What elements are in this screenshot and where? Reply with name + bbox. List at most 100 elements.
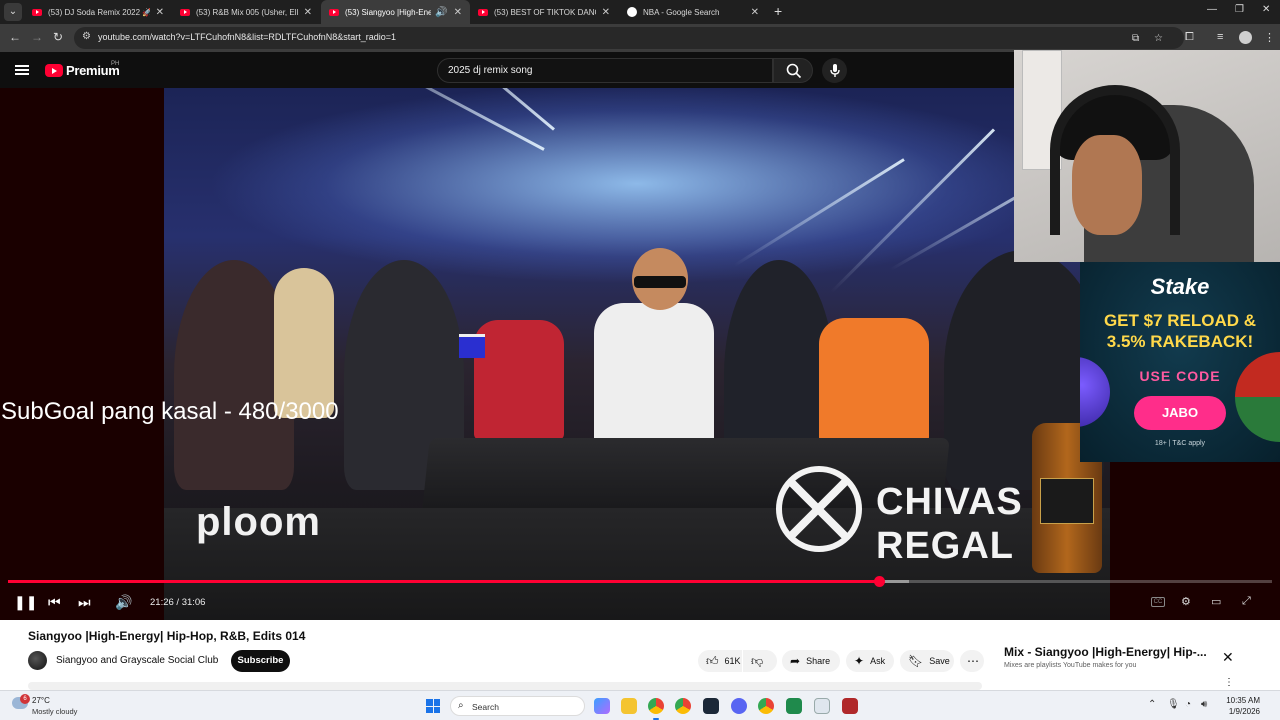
arrow-right-icon[interactable]: → xyxy=(31,30,43,44)
subscribe-button[interactable]: Subscribe xyxy=(231,650,290,672)
new-tab-plus-icon[interactable]: + xyxy=(774,3,782,19)
played-bar xyxy=(8,580,879,583)
media-controls-icon[interactable]: ≡ xyxy=(1217,31,1223,43)
stake-fine-print: 18+ | T&C apply xyxy=(1154,440,1206,447)
save-button[interactable]: 🔖︎ Save xyxy=(900,650,954,672)
country-code: PH xyxy=(111,61,120,67)
volume-icon[interactable]: 🔊 xyxy=(115,594,132,611)
temperature[interactable]: 27°C xyxy=(32,696,50,705)
more-actions-button[interactable]: ⋯ xyxy=(960,650,984,672)
mix-subtitle: Mixes are playlists YouTube makes for yo… xyxy=(1004,662,1137,669)
youtube-favicon-icon xyxy=(329,8,339,16)
video-progress-bar[interactable] xyxy=(8,576,1272,587)
copilot-icon[interactable] xyxy=(594,698,610,714)
browser-tab-strip: ⌄ (53) DJ Soda Remix 2022 🚀 Be ✕ (53) R&… xyxy=(0,0,1280,24)
close-tab-icon[interactable]: ✕ xyxy=(156,7,164,18)
wifi-icon[interactable]: ◔ xyxy=(1185,699,1191,710)
profile-avatar[interactable] xyxy=(1239,31,1252,44)
window-close-icon[interactable]: ✕ xyxy=(1262,4,1270,15)
video-frame[interactable]: ploom CHIVAS REGAL xyxy=(164,88,1110,620)
search-input[interactable]: 2025 dj remix song xyxy=(437,58,773,83)
pause-icon[interactable]: ❚❚ xyxy=(14,594,37,611)
stake-headline: GET $7 RELOAD & 3.5% RAKEBACK! xyxy=(1103,311,1257,351)
close-icon[interactable]: ✕ xyxy=(1222,649,1234,666)
extensions-puzzle-icon[interactable]: ⧠ xyxy=(1185,31,1194,44)
close-tab-icon[interactable]: ✕ xyxy=(751,7,759,18)
google-favicon-icon xyxy=(627,7,637,17)
bookmark-star-icon[interactable]: ☆ xyxy=(1154,33,1163,44)
speaker-icon[interactable]: 🔊︎ xyxy=(1201,699,1207,710)
steam-icon[interactable] xyxy=(703,698,719,714)
mix-playlist-panel[interactable]: Mix - Siangyoo |High-Energy| Hip-... Mix… xyxy=(994,633,1244,685)
previous-icon[interactable]: ⏮ xyxy=(48,594,61,611)
clock-date[interactable]: 1/9/2026 xyxy=(1213,707,1260,716)
dislike-button[interactable]: 👎︎ xyxy=(743,650,777,672)
close-tab-icon[interactable]: ✕ xyxy=(602,7,610,18)
discord-icon[interactable] xyxy=(731,698,747,714)
hamburger-menu-icon[interactable] xyxy=(15,65,29,75)
search-button[interactable] xyxy=(773,58,813,83)
url-text: youtube.com/watch?v=LTFCuhofnN8&list=RDL… xyxy=(98,32,397,42)
chrome-icon[interactable] xyxy=(648,698,664,720)
share-arrow-icon: ➦ xyxy=(790,654,801,668)
close-tab-icon[interactable]: ✕ xyxy=(304,7,312,18)
install-app-icon[interactable]: ⧉ xyxy=(1132,33,1139,44)
taskbar-search[interactable]: ⌕ Search xyxy=(450,696,585,716)
chrome-menu-icon[interactable]: ⋮ xyxy=(1264,31,1275,44)
description-box[interactable] xyxy=(28,682,982,690)
captions-icon[interactable]: CC xyxy=(1151,597,1165,607)
windows-start-icon[interactable] xyxy=(426,699,440,713)
address-bar[interactable]: ⚙ youtube.com/watch?v=LTFCuhofnN8&list=R… xyxy=(74,27,1184,49)
stake-promo-code: JABO xyxy=(1134,396,1226,430)
youtube-favicon-icon xyxy=(32,8,42,16)
youtube-favicon-icon xyxy=(180,8,190,16)
channel-name[interactable]: Siangyoo and Grayscale Social Club xyxy=(56,655,218,666)
app-icon[interactable] xyxy=(814,698,830,714)
chrome-icon[interactable] xyxy=(758,698,774,714)
scrubber-handle[interactable] xyxy=(873,576,885,587)
next-icon[interactable]: ⏭ xyxy=(78,594,91,611)
browser-tab-active[interactable]: (53) Siangyoo |High-Energy| 🔊 ✕ xyxy=(321,0,470,24)
mix-menu-icon[interactable]: ⋮ xyxy=(1224,677,1234,688)
browser-tab[interactable]: NBA - Google Search ✕ xyxy=(619,0,767,24)
youtube-logo-icon[interactable] xyxy=(45,64,63,77)
headset-icon xyxy=(1050,85,1180,235)
channel-avatar[interactable] xyxy=(28,651,47,670)
fullscreen-icon[interactable]: ⤢ xyxy=(1242,595,1251,608)
microphone-icon[interactable]: 🎙︎ xyxy=(1167,699,1180,710)
stake-code-label: USE CODE xyxy=(1139,368,1221,384)
share-button[interactable]: ➦ Share xyxy=(782,650,840,672)
browser-tab[interactable]: (53) R&B Mix 005 (Usher, Ella M ✕ xyxy=(172,0,320,24)
tab-search-chevron-icon[interactable]: ⌄ xyxy=(4,3,22,21)
chevron-up-icon[interactable]: ⌃ xyxy=(1148,699,1156,710)
search-icon xyxy=(786,63,802,79)
app-icon[interactable] xyxy=(842,698,858,714)
app-icon[interactable] xyxy=(786,698,802,714)
minimize-icon[interactable]: — xyxy=(1207,4,1217,15)
clock-time[interactable]: 10:35 AM xyxy=(1220,696,1260,705)
like-count: 61K xyxy=(724,656,741,666)
sparkle-icon: ✦ xyxy=(854,654,865,668)
more-horizontal-icon: ⋯ xyxy=(967,654,979,668)
voice-search-button[interactable] xyxy=(822,58,847,83)
file-explorer-icon[interactable] xyxy=(621,698,637,714)
close-tab-icon[interactable]: ✕ xyxy=(454,7,462,18)
ask-button[interactable]: ✦ Ask xyxy=(846,650,894,672)
search-query: 2025 dj remix song xyxy=(448,65,533,76)
site-info-icon[interactable]: ⚙ xyxy=(82,31,91,42)
restore-icon[interactable]: ❐ xyxy=(1235,4,1244,15)
arrow-left-icon[interactable]: ← xyxy=(9,30,21,44)
weather-condition[interactable]: Mostly cloudy xyxy=(32,707,77,716)
reload-icon[interactable]: ↻ xyxy=(53,30,63,44)
browser-tab[interactable]: (53) DJ Soda Remix 2022 🚀 Be ✕ xyxy=(24,0,172,24)
chrome-icon[interactable] xyxy=(675,698,691,714)
stake-ad-overlay: Stake GET $7 RELOAD & 3.5% RAKEBACK! USE… xyxy=(1080,262,1280,462)
like-button[interactable]: 👍︎ 61K xyxy=(698,650,742,672)
tab-audio-icon[interactable]: 🔊 xyxy=(435,7,447,18)
stake-logo: Stake xyxy=(1150,274,1210,299)
microphone-icon xyxy=(829,63,840,77)
settings-gear-icon[interactable]: ⚙ xyxy=(1181,595,1191,608)
stream-overlay-subgoal: SubGoal pang kasal - 480/3000 xyxy=(1,398,339,425)
browser-tab[interactable]: (53) BEST OF TIKTOK DANCE 20 ✕ xyxy=(470,0,618,24)
theater-mode-icon[interactable]: ▭ xyxy=(1211,595,1221,608)
